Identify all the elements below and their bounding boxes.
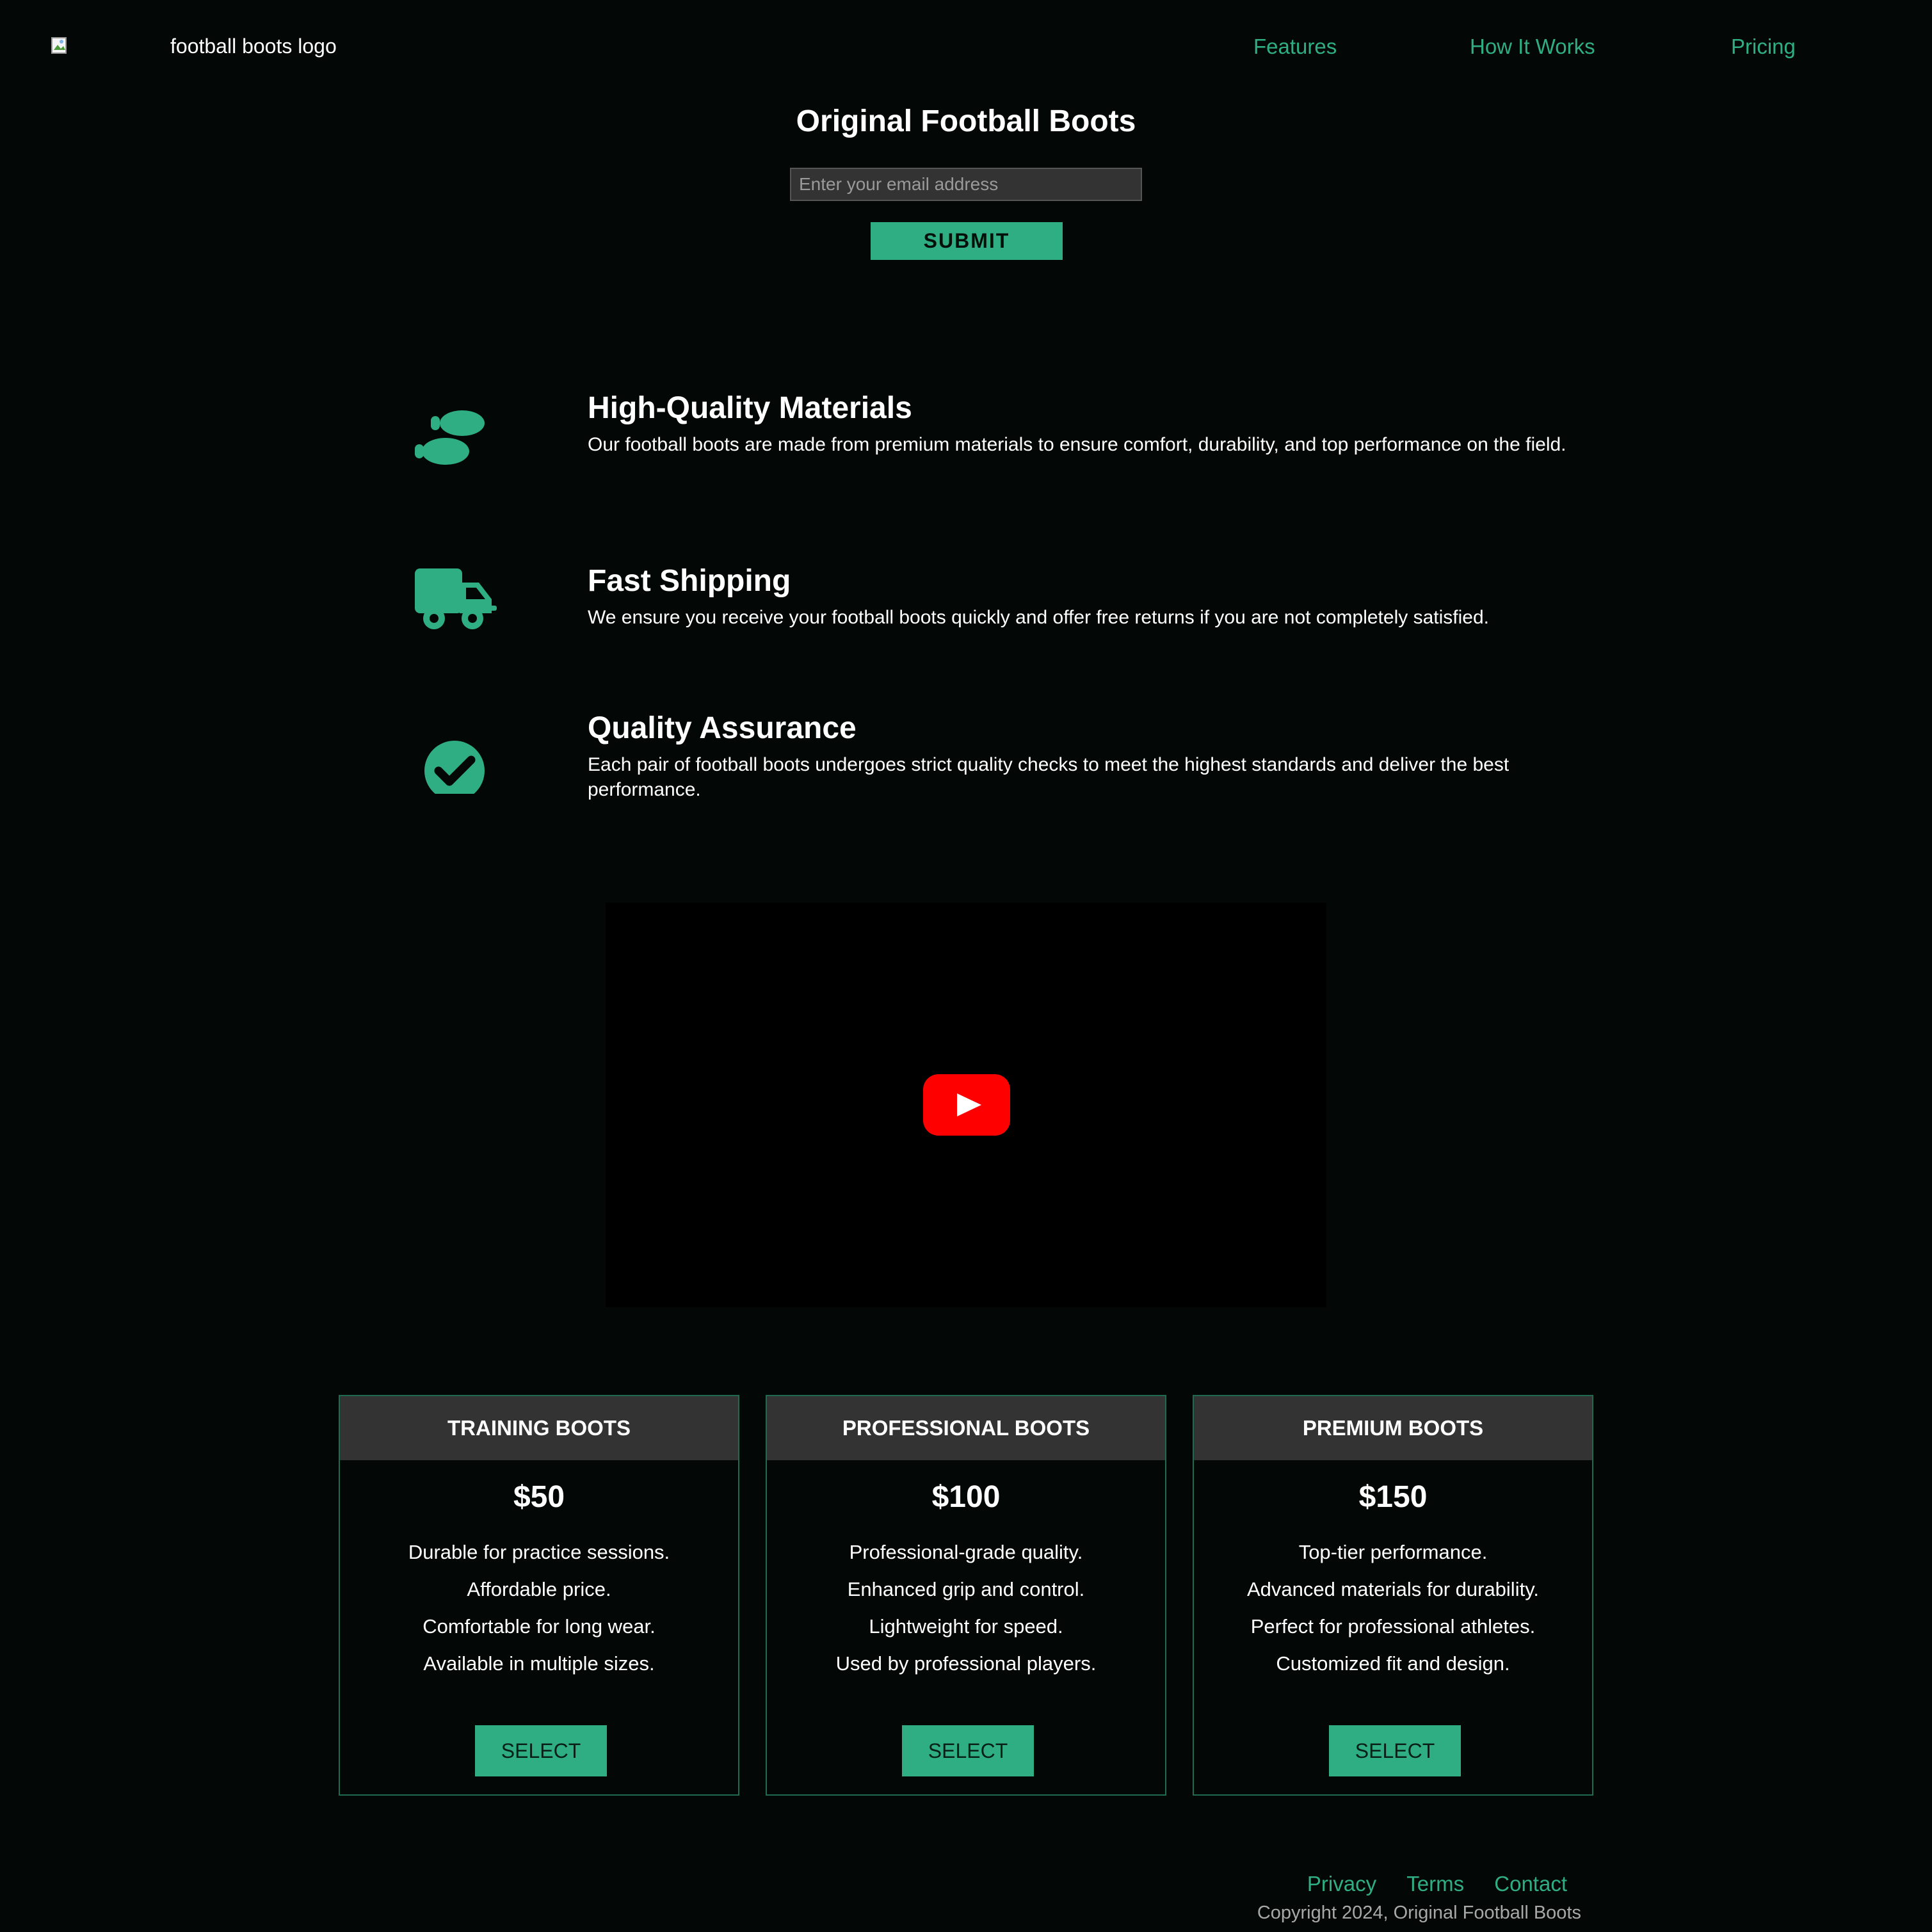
email-input[interactable] xyxy=(790,168,1142,201)
nav-link-how-it-works[interactable]: How It Works xyxy=(1470,35,1595,59)
plan-feature: Durable for practice sessions. xyxy=(408,1541,670,1563)
plan-feature: Advanced materials for durability. xyxy=(1246,1578,1540,1600)
select-training-button[interactable]: SELECT xyxy=(475,1725,607,1776)
plan-feature-list: Top-tier performance. Advanced materials… xyxy=(1194,1534,1592,1682)
footer-links: Privacy Terms Contact xyxy=(1283,1872,1567,1896)
feature-title: High-Quality Materials xyxy=(588,391,912,425)
plan-feature-list: Durable for practice sessions. Affordabl… xyxy=(340,1534,738,1682)
truck-icon xyxy=(410,563,499,634)
plan-feature: Affordable price. xyxy=(467,1578,611,1600)
feature-description: We ensure you receive your football boot… xyxy=(588,607,1489,628)
plan-price: $100 xyxy=(931,1480,1001,1514)
pricing-card-training: TRAINING BOOTS $50 Durable for practice … xyxy=(339,1395,739,1796)
nav-link-pricing[interactable]: Pricing xyxy=(1731,35,1796,59)
footer-link-terms[interactable]: Terms xyxy=(1406,1872,1464,1896)
feature-description: Each pair of football boots undergoes st… xyxy=(588,754,1509,800)
plan-feature: Top-tier performance. xyxy=(1298,1541,1488,1563)
plan-name: PROFESSIONAL BOOTS xyxy=(767,1396,1165,1460)
plan-feature: Available in multiple sizes. xyxy=(423,1652,655,1675)
nav-link-features[interactable]: Features xyxy=(1253,35,1337,59)
video-embed[interactable] xyxy=(606,903,1326,1307)
youtube-play-icon[interactable] xyxy=(922,1073,1011,1137)
plan-feature: Professional-grade quality. xyxy=(849,1541,1083,1563)
pricing-card-professional: PROFESSIONAL BOOTS $100 Professional-gra… xyxy=(766,1395,1166,1796)
check-circle-icon xyxy=(410,723,499,801)
plan-feature: Lightweight for speed. xyxy=(869,1615,1063,1638)
feature-title: Quality Assurance xyxy=(588,711,857,745)
site-header: football boots logo Features How It Work… xyxy=(0,0,1932,96)
select-premium-button[interactable]: SELECT xyxy=(1329,1725,1461,1776)
select-professional-button[interactable]: SELECT xyxy=(902,1725,1034,1776)
plan-name: PREMIUM BOOTS xyxy=(1194,1396,1592,1460)
pricing-card-premium: PREMIUM BOOTS $150 Top-tier performance.… xyxy=(1193,1395,1593,1796)
footer-link-contact[interactable]: Contact xyxy=(1494,1872,1567,1896)
plan-feature: Customized fit and design. xyxy=(1276,1652,1510,1675)
submit-button[interactable]: SUBMIT xyxy=(871,222,1063,260)
logo-alt-text[interactable]: football boots logo xyxy=(170,35,337,58)
feature-title: Fast Shipping xyxy=(588,564,791,598)
plan-feature: Comfortable for long wear. xyxy=(423,1615,656,1638)
feature-description: Our football boots are made from premium… xyxy=(588,434,1566,455)
page-title: Original Football Boots xyxy=(796,104,1136,138)
copyright-text: Copyright 2024, Original Football Boots xyxy=(1257,1903,1581,1923)
shoe-prints-icon xyxy=(410,403,499,474)
plan-price: $150 xyxy=(1358,1480,1428,1514)
broken-image-icon xyxy=(51,37,72,56)
footer-link-privacy[interactable]: Privacy xyxy=(1307,1872,1376,1896)
plan-price: $50 xyxy=(513,1480,565,1514)
plan-feature: Used by professional players. xyxy=(835,1652,1097,1675)
plan-feature: Enhanced grip and control. xyxy=(847,1578,1085,1600)
plan-feature: Perfect for professional athletes. xyxy=(1250,1615,1536,1638)
plan-feature-list: Professional-grade quality. Enhanced gri… xyxy=(767,1534,1165,1682)
plan-name: TRAINING BOOTS xyxy=(340,1396,738,1460)
